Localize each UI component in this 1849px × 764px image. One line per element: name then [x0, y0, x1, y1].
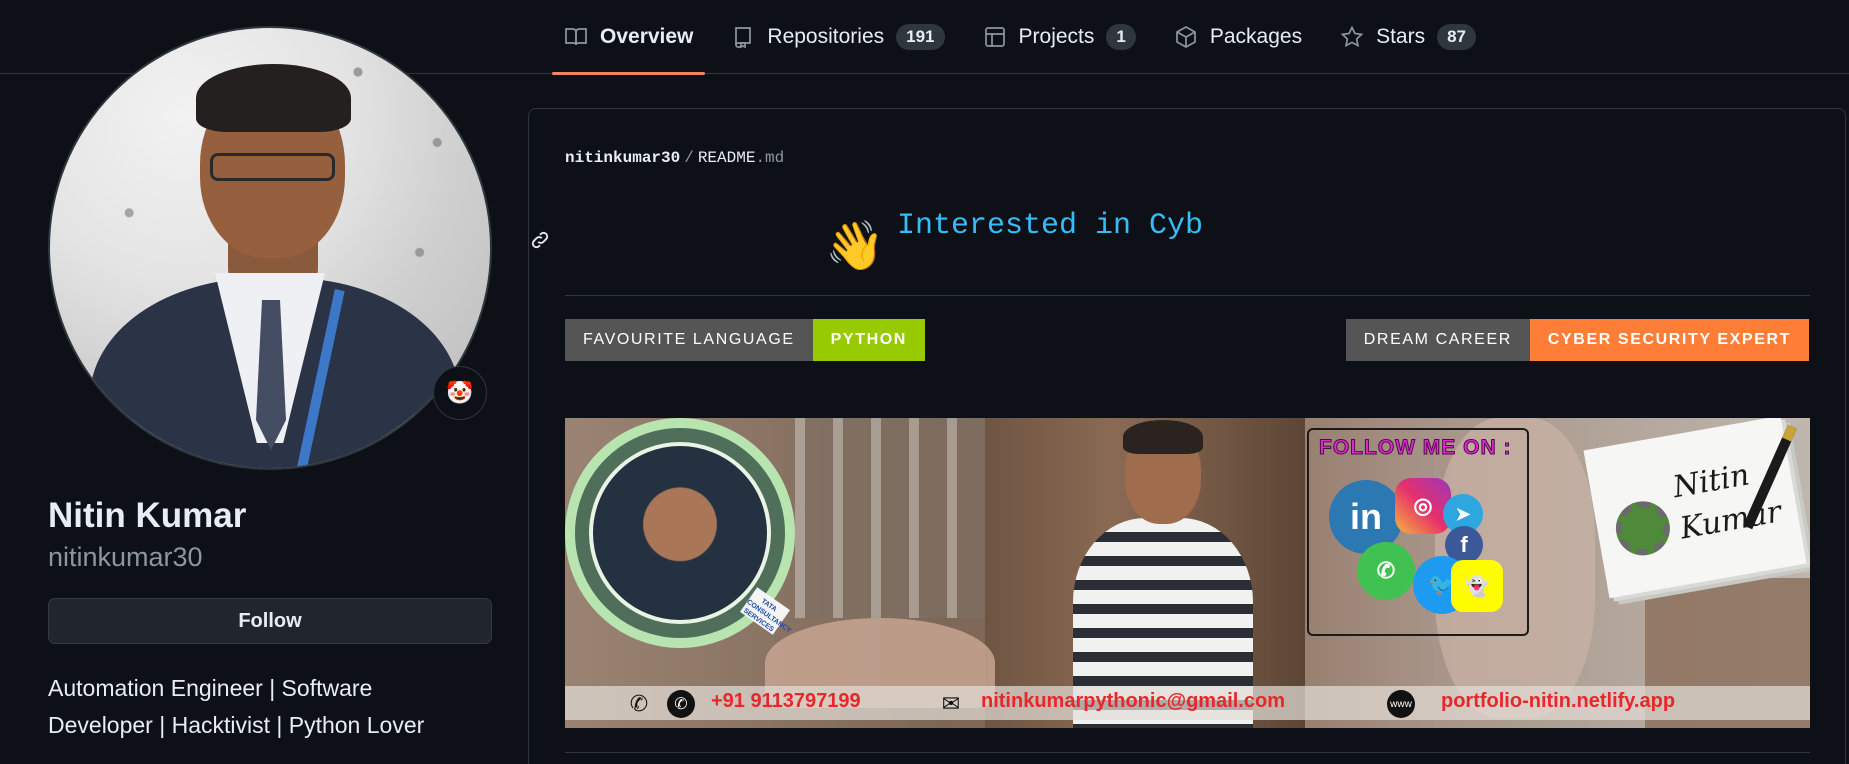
- follow-me-title: FOLLOW ME ON :: [1318, 436, 1512, 460]
- avatar-glasses: [210, 153, 335, 181]
- www-icon: www: [1387, 690, 1415, 718]
- business-card: Nitin Kumar: [1583, 418, 1807, 599]
- gear-code-icon: [1611, 497, 1675, 560]
- career-badge-label: DREAM CAREER: [1345, 319, 1530, 361]
- career-badge: DREAM CAREER CYBER SECURITY EXPERT: [1345, 319, 1809, 361]
- star-icon: [1340, 25, 1364, 48]
- wave-emoji: 👋: [825, 220, 885, 273]
- readme-path: nitinkumar30/README.md: [565, 149, 784, 167]
- profile-bio: Automation Engineer | Software Developer…: [48, 675, 425, 738]
- follow-button[interactable]: Follow: [48, 598, 492, 644]
- projects-counter: 1: [1106, 24, 1136, 50]
- banner-person: [1063, 418, 1263, 728]
- profile-page: Overview Repositories 191 Projects 1 Pac…: [0, 0, 1849, 764]
- contact-website: portfolio-nitin.netlify.app: [1441, 690, 1676, 712]
- whatsapp-small-icon: ✆: [667, 690, 695, 718]
- career-badge-value: CYBER SECURITY EXPERT: [1529, 319, 1809, 361]
- readme-divider: [565, 295, 1810, 296]
- banner-portrait-face: [589, 442, 771, 624]
- tab-packages[interactable]: Packages: [1162, 0, 1314, 74]
- readme-bottom-divider: [565, 752, 1810, 753]
- path-separator: /: [684, 149, 694, 167]
- snapchat-icon: 👻: [1451, 560, 1503, 612]
- banner-person-hair: [1123, 420, 1203, 454]
- language-badge: FAVOURITE LANGUAGE PYTHON: [565, 319, 925, 361]
- contact-phone: +91 9113797199: [711, 690, 861, 712]
- table-icon: [984, 27, 1005, 47]
- profile-banner-image: TATA CONSULTANCY SERVICES FOLLOW ME ON :…: [565, 418, 1810, 728]
- contact-email: nitinkumarpythonic@gmail.com: [981, 690, 1285, 712]
- link-icon[interactable]: [529, 229, 553, 253]
- readme-extension: .md: [755, 149, 785, 167]
- banner-pillars: [795, 418, 985, 618]
- status-emoji-button[interactable]: 🤡: [433, 366, 487, 420]
- tab-stars[interactable]: Stars 87: [1328, 0, 1488, 74]
- tab-repositories-label: Repositories: [767, 25, 885, 48]
- stars-counter: 87: [1437, 24, 1477, 50]
- package-icon: [1175, 26, 1196, 48]
- profile-tabs: Overview Repositories 191 Projects 1 Pac…: [552, 0, 1502, 75]
- readme-panel: nitinkumar30/README.md 👋 Interested in C…: [528, 108, 1846, 764]
- tab-overview-label: Overview: [600, 25, 694, 48]
- follow-me-box: FOLLOW ME ON : in ◎ ➤ ✆ f 🐦 👻: [1307, 428, 1529, 636]
- readme-filename[interactable]: README: [698, 149, 756, 167]
- tab-projects-label: Projects: [1018, 25, 1095, 48]
- repositories-counter: 191: [896, 24, 945, 50]
- repo-icon: [735, 27, 752, 49]
- avatar[interactable]: [48, 26, 492, 470]
- profile-username: nitinkumar30: [48, 542, 203, 572]
- mailbox-icon: ✉: [941, 691, 961, 716]
- profile-fullname: Nitin Kumar: [48, 496, 247, 535]
- book-icon: [565, 28, 587, 46]
- avatar-hair: [196, 64, 351, 132]
- tab-repositories[interactable]: Repositories 191: [719, 0, 956, 74]
- tab-packages-label: Packages: [1209, 25, 1303, 48]
- typing-headline: Interested in Cyb: [897, 209, 1204, 243]
- tab-stars-label: Stars: [1376, 25, 1426, 48]
- phone-icon: ✆: [629, 691, 649, 716]
- instagram-icon: ◎: [1395, 478, 1451, 534]
- tab-projects[interactable]: Projects 1: [971, 0, 1148, 74]
- readme-owner[interactable]: nitinkumar30: [565, 149, 680, 167]
- language-badge-value: PYTHON: [812, 319, 925, 361]
- language-badge-label: FAVOURITE LANGUAGE: [565, 319, 813, 361]
- whatsapp-icon: ✆: [1357, 542, 1415, 600]
- tab-overview[interactable]: Overview: [552, 0, 706, 75]
